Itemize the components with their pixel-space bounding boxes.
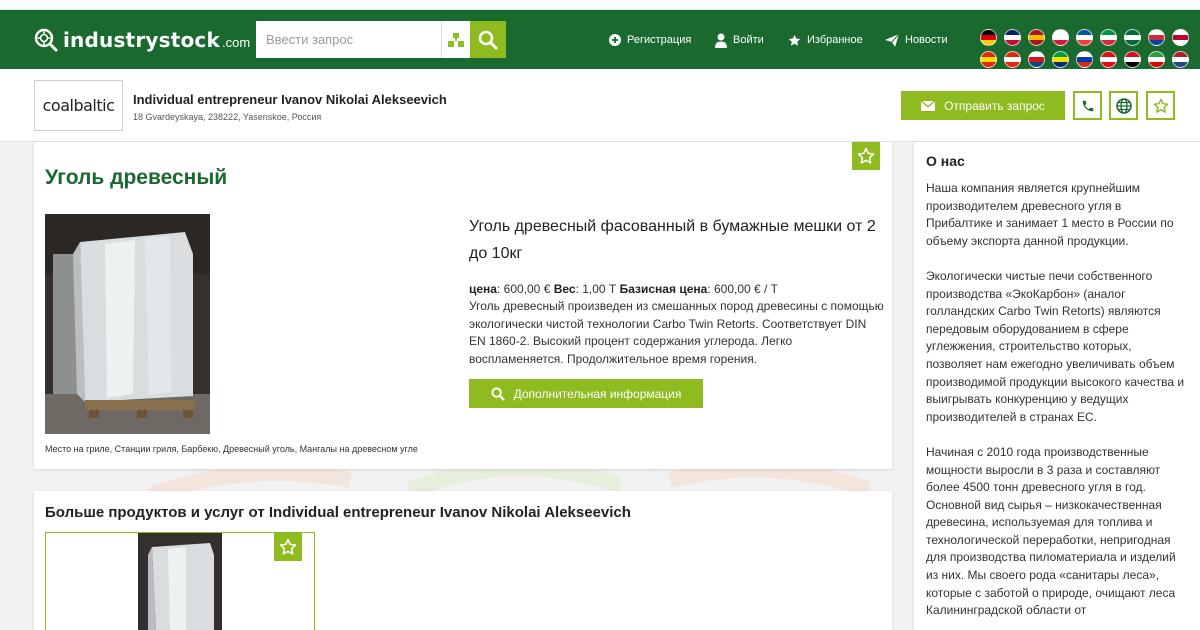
more-products-title: Больше продуктов и услуг от Individual e… — [45, 504, 631, 521]
phone-icon — [1082, 100, 1093, 111]
website-button[interactable] — [1109, 91, 1138, 120]
about-paragraph-1: Наша компания является крупнейшим произв… — [926, 181, 1174, 248]
more-info-label: Дополнительная информация — [513, 386, 682, 401]
search-icon — [478, 30, 498, 49]
logo-domain: .com — [221, 35, 251, 50]
company-logo[interactable]: coalbaltic — [34, 80, 123, 131]
nav-register-link[interactable]: Регистрация — [609, 30, 691, 50]
logo-wordmark: industrystock — [63, 28, 220, 52]
about-text: Наша компания является крупнейшим произв… — [926, 180, 1188, 630]
related-product-card[interactable] — [45, 532, 315, 630]
product-tags: Место на гриле, Станции гриля, Барбекю, … — [45, 444, 418, 454]
about-paragraph-3: Начиная с 2010 года производственные мощ… — [926, 444, 1176, 618]
nav-login-label: Войти — [733, 34, 764, 46]
plus-circle-icon — [609, 34, 621, 46]
flag-ru-icon[interactable] — [1076, 51, 1093, 68]
flag-kr-icon[interactable] — [1148, 29, 1165, 46]
flag-eg-icon[interactable] — [1124, 51, 1141, 68]
site-logo[interactable]: industrystock .com — [34, 26, 250, 54]
more-info-button[interactable]: Дополнительная информация — [469, 379, 703, 408]
user-icon — [715, 33, 727, 48]
send-request-label: Отправить запрос — [944, 98, 1045, 113]
flag-de-icon[interactable] — [980, 29, 997, 46]
pallet-photo-graphic — [45, 214, 210, 434]
flag-cn-icon[interactable] — [980, 51, 997, 68]
globe-icon — [1115, 97, 1132, 114]
flag-sa-icon[interactable] — [1124, 29, 1141, 46]
magnifier-logo-icon — [34, 28, 58, 52]
send-request-button[interactable]: Отправить запрос — [901, 91, 1065, 120]
star-outline-icon — [1153, 98, 1168, 113]
company-address: 18 Gvardeyskaya, 238222, Yasenskoe, Росс… — [133, 112, 322, 122]
weight-value: 1,00 Т — [582, 282, 620, 296]
price-value: 600,00 € — [503, 282, 554, 296]
flag-es-icon[interactable] — [1028, 29, 1045, 46]
flag-hk-icon[interactable] — [1004, 51, 1021, 68]
flag-gb-icon[interactable] — [1004, 29, 1021, 46]
star-outline-icon — [279, 538, 297, 555]
category-tree-button[interactable] — [441, 21, 470, 58]
about-title: О нас — [926, 153, 965, 169]
flag-tr-icon[interactable] — [1100, 51, 1117, 68]
company-logo-text: coalbaltic — [42, 96, 115, 115]
nav-register-label: Регистрация — [627, 34, 692, 46]
flag-it-icon[interactable] — [1100, 29, 1117, 46]
price-label: цена — [469, 282, 497, 296]
product-photo[interactable] — [45, 214, 210, 434]
site-header: industrystock .com Регистрация Войти — [0, 10, 1200, 69]
more-products-card: Больше продуктов и услуг от Individual e… — [34, 491, 892, 630]
flag-pl-icon[interactable] — [1052, 29, 1069, 46]
product-favorite-button[interactable] — [852, 142, 880, 170]
product-headline: Уголь древесный фасованный в бумажные ме… — [469, 218, 876, 262]
nav-favorites-label: Избранное — [807, 34, 863, 46]
related-product-favorite-button[interactable] — [274, 533, 302, 561]
flag-br-icon[interactable] — [1052, 51, 1069, 68]
pallet-photo-graphic — [138, 533, 222, 630]
nav-news-label: Новости — [905, 34, 948, 46]
flag-ir-icon[interactable] — [1148, 51, 1165, 68]
base-price-value: 600,00 € / Т — [713, 282, 779, 296]
about-card: О нас Наша компания является крупнейшим … — [914, 142, 1200, 630]
browser-top-strip — [0, 0, 1200, 10]
company-name[interactable]: Individual entrepreneur Ivanov Nikolai A… — [133, 92, 447, 107]
flag-fr-icon[interactable] — [1076, 29, 1093, 46]
nav-news-link[interactable]: Новости — [885, 30, 948, 50]
search-button[interactable] — [470, 21, 506, 58]
phone-button[interactable] — [1073, 91, 1102, 120]
related-product-photo — [138, 533, 222, 630]
base-price-label: Базисная цена — [619, 282, 708, 296]
star-icon — [788, 34, 801, 46]
search-icon — [491, 386, 505, 401]
flag-cz-icon[interactable] — [1028, 51, 1045, 68]
price-line: цена: 600,00 € Вес: 1,00 Т Базисная цена… — [469, 282, 779, 296]
nav-login-link[interactable]: Войти — [715, 30, 764, 50]
about-paragraph-2: Экологически чистые печи собственного пр… — [926, 268, 1185, 424]
nav-favorites-link[interactable]: Избранное — [788, 30, 863, 50]
product-card: Уголь древесный Место на гриле, Станции … — [34, 142, 892, 469]
flag-nl-icon[interactable] — [1172, 51, 1189, 68]
language-flags — [980, 29, 1190, 68]
paper-plane-icon — [885, 33, 899, 47]
company-bar: coalbaltic Individual entrepreneur Ivano… — [0, 69, 1200, 142]
envelope-icon — [921, 100, 936, 111]
product-title: Уголь древесный — [45, 166, 228, 189]
weight-label: Вес — [553, 282, 576, 296]
search-input[interactable] — [256, 21, 441, 58]
favorite-company-button[interactable] — [1146, 91, 1175, 120]
star-outline-icon — [857, 147, 875, 164]
flag-jp-icon[interactable] — [1172, 29, 1189, 46]
product-description: Уголь древесный произведен из смешанных … — [469, 299, 884, 366]
category-tree-icon — [448, 32, 464, 47]
